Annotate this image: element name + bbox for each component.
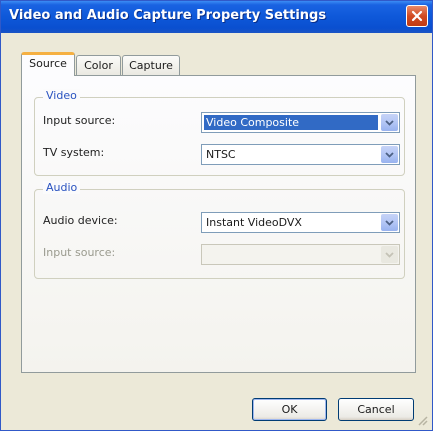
audio-device-dropdown[interactable]: Instant VideoDVX — [201, 212, 400, 233]
tab-capture-label: Capture — [129, 59, 173, 72]
audio-input-source-dropdown[interactable] — [201, 244, 400, 265]
dialog-window: Video and Audio Capture Property Setting… — [0, 0, 433, 431]
tab-source-label: Source — [29, 57, 67, 70]
close-icon — [411, 10, 423, 22]
video-group-title: Video — [43, 89, 80, 102]
video-input-source-label: Input source: — [43, 114, 116, 127]
tv-system-label: TV system: — [43, 146, 105, 159]
dropdown-arrow[interactable] — [381, 114, 398, 131]
tab-capture[interactable]: Capture — [122, 55, 180, 76]
chevron-down-icon — [385, 219, 394, 226]
audio-device-label: Audio device: — [43, 214, 118, 227]
audio-group-title: Audio — [43, 181, 81, 194]
audio-groupbox: Audio Audio device: Instant VideoDVX Inp… — [34, 181, 405, 279]
audio-input-source-label: Input source: — [43, 246, 116, 259]
tab-panel-source: Video Input source: Video Composite TV s… — [21, 75, 416, 373]
tab-color-label: Color — [84, 59, 113, 72]
dropdown-arrow[interactable] — [381, 146, 398, 163]
tab-color[interactable]: Color — [76, 55, 121, 76]
video-input-source-value: Video Composite — [206, 116, 300, 129]
close-button[interactable] — [406, 5, 428, 27]
tv-system-dropdown[interactable]: NTSC — [201, 144, 400, 165]
audio-device-value: Instant VideoDVX — [206, 216, 302, 229]
chevron-down-icon — [385, 251, 394, 258]
cancel-button[interactable]: Cancel — [338, 398, 414, 421]
dropdown-arrow — [381, 246, 398, 263]
window-title: Video and Audio Capture Property Setting… — [9, 8, 327, 23]
dropdown-arrow[interactable] — [381, 214, 398, 231]
video-groupbox: Video Input source: Video Composite TV s… — [34, 89, 405, 176]
chevron-down-icon — [385, 151, 394, 158]
ok-button[interactable]: OK — [252, 398, 327, 421]
tab-source[interactable]: Source — [21, 52, 75, 76]
title-bar[interactable]: Video and Audio Capture Property Setting… — [1, 1, 432, 33]
chevron-down-icon — [385, 119, 394, 126]
tv-system-value: NTSC — [206, 148, 236, 161]
video-input-source-dropdown[interactable]: Video Composite — [201, 112, 400, 133]
resize-grip-icon[interactable] — [416, 414, 428, 426]
